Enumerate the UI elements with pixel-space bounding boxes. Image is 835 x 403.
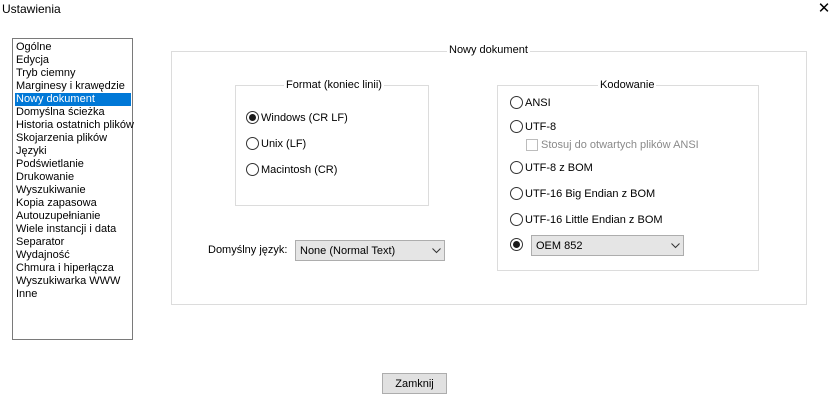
encoding-utf8-option[interactable]: UTF-8 [510, 120, 556, 133]
default-language-label: Domyślny język: [208, 244, 288, 256]
category-item-highlighting[interactable]: Podświetlanie [16, 158, 84, 171]
settings-category-list[interactable]: Ogólne Edycja Tryb ciemny Marginesy i kr… [12, 38, 134, 340]
category-item-misc[interactable]: Inne [16, 288, 37, 301]
encoding-utf16-le-option[interactable]: UTF-16 Little Endian z BOM [510, 213, 663, 226]
format-unix-label: Unix (LF) [261, 137, 307, 150]
encoding-utf8-radio[interactable] [510, 120, 523, 133]
encoding-other-radio[interactable] [510, 238, 523, 251]
category-item-autocompletion[interactable]: Autouzupełnianie [16, 210, 100, 223]
encoding-utf8-bom-radio[interactable] [510, 161, 523, 174]
format-windows-option[interactable]: Windows (CR LF) [246, 111, 348, 124]
encoding-utf8-label: UTF-8 [525, 120, 557, 133]
category-item-file-association[interactable]: Skojarzenia plików [16, 132, 107, 145]
encoding-ansi-option[interactable]: ANSI [510, 96, 551, 109]
category-item-performance[interactable]: Wydajność [16, 249, 70, 262]
category-item-general[interactable]: Ogólne [16, 41, 51, 54]
encoding-ansi-radio[interactable] [510, 96, 523, 109]
format-mac-option[interactable]: Macintosh (CR) [246, 163, 337, 176]
category-item-editing[interactable]: Edycja [16, 54, 49, 67]
format-mac-radio[interactable] [246, 163, 259, 176]
format-unix-radio[interactable] [246, 137, 259, 150]
chevron-down-icon [667, 236, 683, 255]
category-item-recent-files[interactable]: Historia ostatnich plików [16, 119, 134, 132]
encoding-utf8-bom-label: UTF-8 z BOM [525, 161, 593, 174]
format-mac-label: Macintosh (CR) [261, 163, 338, 176]
format-unix-option[interactable]: Unix (LF) [246, 137, 306, 150]
encoding-utf16-le-label: UTF-16 Little Endian z BOM [525, 213, 663, 226]
encoding-other-option[interactable] [510, 238, 525, 251]
encoding-utf8-bom-option[interactable]: UTF-8 z BOM [510, 161, 593, 174]
default-language-value: None (Normal Text) [300, 244, 396, 257]
window-title: Ustawienia [2, 2, 61, 16]
category-item-delimiter[interactable]: Separator [16, 236, 64, 249]
encoding-other-select[interactable]: OEM 852 [531, 235, 684, 256]
category-item-backup[interactable]: Kopia zapasowa [16, 197, 97, 210]
category-item-languages[interactable]: Języki [16, 145, 47, 158]
category-item-multi-instance[interactable]: Wiele instancji i data [16, 223, 116, 236]
apply-to-ansi-label: Stosuj do otwartych plików ANSI [541, 139, 699, 151]
encoding-ansi-label: ANSI [525, 96, 551, 109]
encoding-utf16-be-radio[interactable] [510, 187, 523, 200]
format-group-title: Format (koniec linii) [284, 79, 384, 91]
category-item-default-path[interactable]: Domyślna ścieżka [16, 106, 105, 119]
category-item-margins[interactable]: Marginesy i krawędzie [16, 80, 125, 93]
category-item-search-engine[interactable]: Wyszukiwarka WWW [16, 275, 120, 288]
encoding-other-value: OEM 852 [536, 239, 583, 252]
format-windows-label: Windows (CR LF) [261, 111, 348, 124]
encoding-utf16-be-label: UTF-16 Big Endian z BOM [525, 187, 656, 200]
apply-to-ansi-checkbox [526, 139, 538, 151]
chevron-down-icon [428, 241, 444, 260]
category-item-dark-mode[interactable]: Tryb ciemny [16, 67, 76, 80]
category-item-cloud-links[interactable]: Chmura i hiperłącza [16, 262, 114, 275]
category-item-searching[interactable]: Wyszukiwanie [16, 184, 86, 197]
default-language-select[interactable]: None (Normal Text) [295, 240, 445, 261]
close-icon[interactable]: ✕ [814, 0, 834, 20]
encoding-utf16-be-option[interactable]: UTF-16 Big Endian z BOM [510, 187, 655, 200]
close-button[interactable]: Zamknij [382, 373, 447, 394]
format-windows-radio[interactable] [246, 111, 259, 124]
category-item-printing[interactable]: Drukowanie [16, 171, 74, 184]
new-document-group-title: Nowy dokument [447, 44, 530, 56]
apply-to-ansi-option: Stosuj do otwartych plików ANSI [526, 139, 699, 151]
category-item-new-document[interactable]: Nowy dokument [15, 93, 131, 106]
encoding-group-title: Kodowanie [598, 79, 657, 91]
encoding-utf16-le-radio[interactable] [510, 213, 523, 226]
